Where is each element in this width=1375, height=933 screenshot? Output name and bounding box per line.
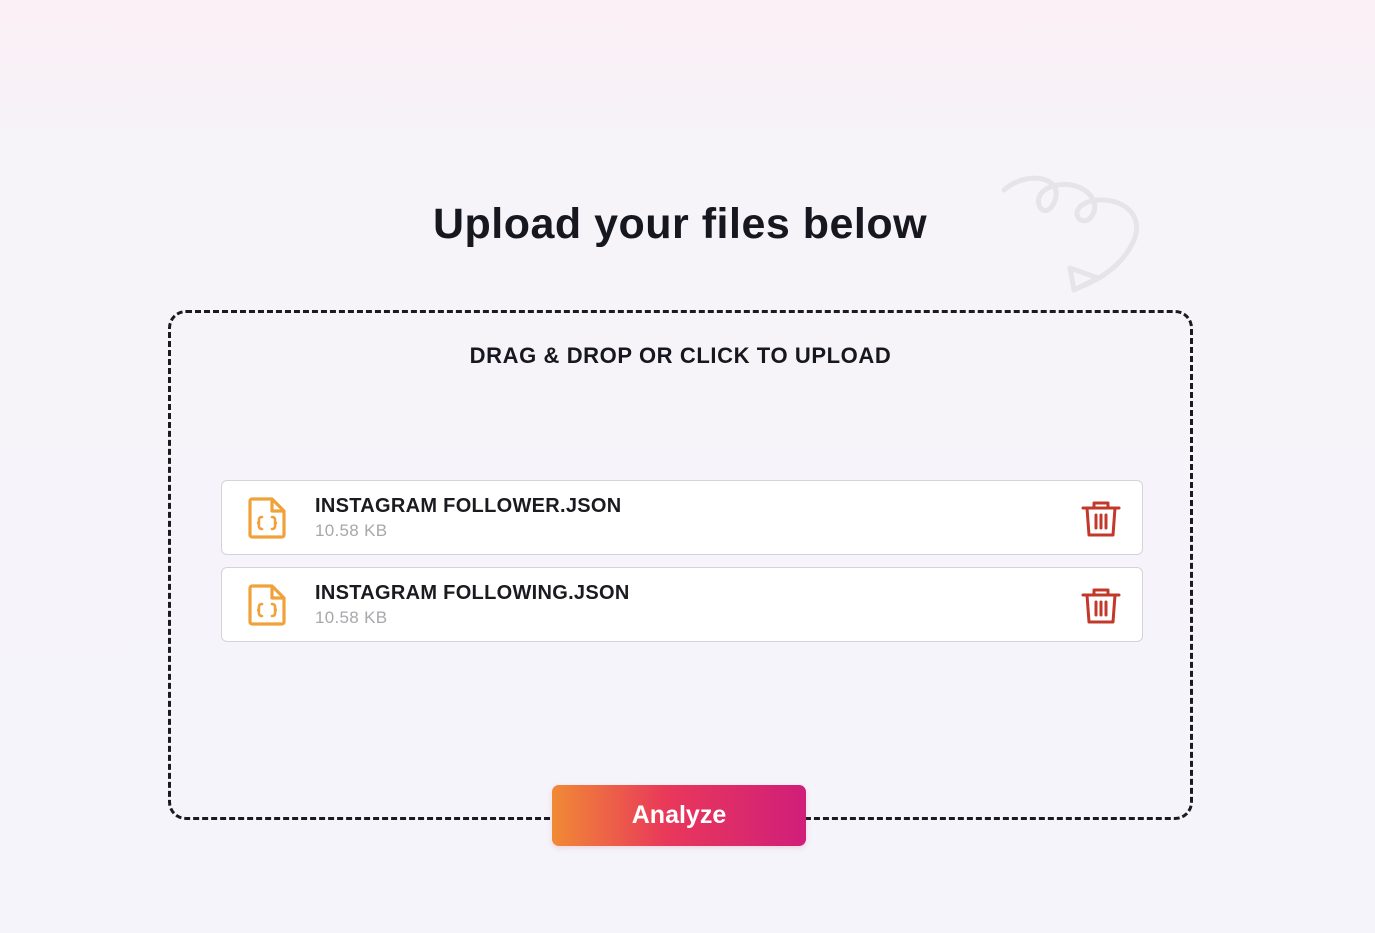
file-name: INSTAGRAM FOLLOWING.JSON [315,582,630,604]
upload-dropzone[interactable]: DRAG & DROP OR CLICK TO UPLOAD INSTAGRAM… [168,310,1193,820]
file-name: INSTAGRAM FOLLOWER.JSON [315,495,622,517]
delete-file-button[interactable] [1080,499,1122,539]
file-item: INSTAGRAM FOLLOWER.JSON 10.58 KB [221,480,1143,555]
trash-icon [1081,501,1121,537]
file-size: 10.58 KB [315,521,388,540]
analyze-button[interactable]: Analyze [552,785,806,846]
trash-icon [1081,588,1121,624]
json-file-icon [248,497,286,539]
file-item: INSTAGRAM FOLLOWING.JSON 10.58 KB [221,567,1143,642]
dropzone-label: DRAG & DROP OR CLICK TO UPLOAD [469,343,892,368]
json-file-icon [248,584,286,626]
file-list: INSTAGRAM FOLLOWER.JSON 10.58 KB INSTAGR… [221,480,1143,654]
file-size: 10.58 KB [315,608,388,627]
page-title: Upload your files below [432,200,928,248]
delete-file-button[interactable] [1080,586,1122,626]
